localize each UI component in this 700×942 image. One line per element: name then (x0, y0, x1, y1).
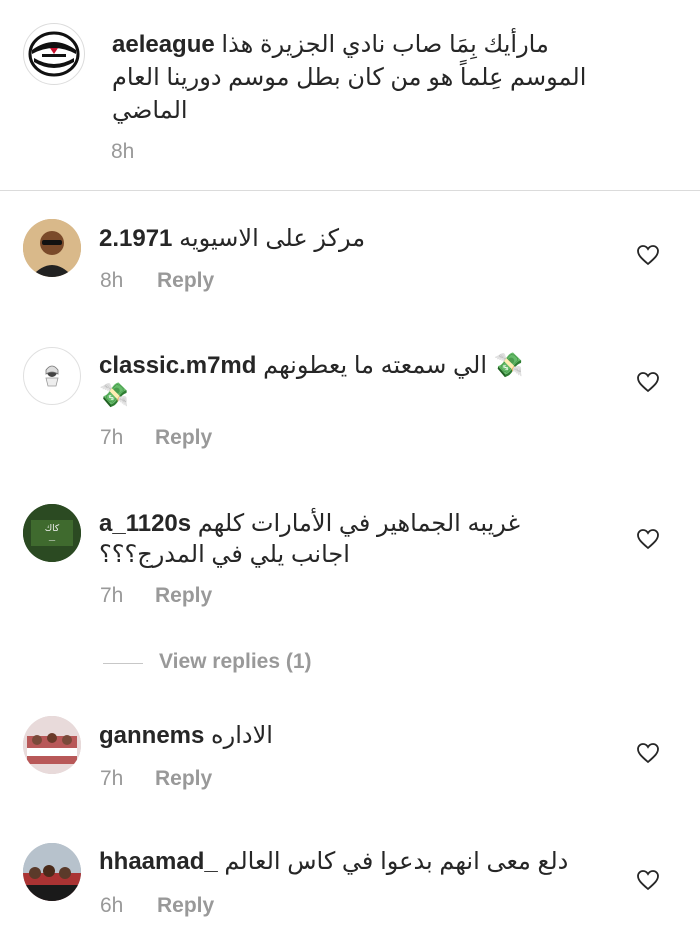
avatar[interactable]: كاك — (23, 504, 81, 562)
comment-username[interactable]: 2.1971 (99, 225, 172, 252)
comment-line: a_1120s غريبه الجماهير في الأمارات كلهم (99, 509, 520, 539)
heart-icon[interactable] (636, 243, 660, 267)
avatar[interactable] (23, 347, 81, 405)
comment-timestamp: 7h (100, 584, 124, 607)
comment-text: الاداره (211, 722, 273, 749)
comment-text: غريبه الجماهير في الأمارات كلهم (197, 510, 521, 537)
reply-button[interactable]: Reply (157, 269, 214, 293)
comment-username[interactable]: classic.m7md (99, 352, 256, 379)
comment-timestamp: 7h (100, 767, 124, 790)
comment-text: دلع معى انهم بدعوا في كاس العالم (224, 848, 569, 875)
comment-timestamp: 6h (100, 894, 124, 917)
avatar[interactable] (23, 843, 81, 901)
view-replies-button[interactable]: View replies (1) (159, 650, 312, 674)
comment-text-2: اجانب يلي في المدرج؟؟؟ (99, 541, 350, 568)
avatar[interactable] (23, 219, 81, 277)
caption-username[interactable]: aeleague (112, 31, 215, 58)
reply-button[interactable]: Reply (155, 584, 212, 608)
money-emoji: 💸 (493, 352, 524, 379)
heart-icon[interactable] (636, 741, 660, 765)
comment-timestamp: 8h (100, 269, 124, 292)
reply-button[interactable]: Reply (157, 894, 214, 918)
caption-text-2: الموسم عِلماً هو من كان بطل موسم دورينا … (112, 64, 587, 91)
divider (0, 190, 700, 191)
comment-username[interactable]: gannems (99, 722, 204, 749)
comment-username[interactable]: a_1120s (99, 510, 191, 537)
comment-timestamp: 7h (100, 426, 124, 449)
heart-icon[interactable] (636, 370, 660, 394)
avatar[interactable] (23, 716, 81, 774)
svg-text:—: — (49, 536, 56, 544)
comment-line-2: 💸 (99, 381, 129, 411)
comment-line: classic.m7md الي سمعته ما يعطونهم 💸 (99, 351, 524, 381)
heart-icon[interactable] (636, 868, 660, 892)
comment-line: 2.1971 مركز على الاسيويه (99, 224, 365, 254)
caption-text-1: مارأيك بِمَا صاب نادي الجزيرة هذا (221, 31, 549, 58)
comment-line: gannems الاداره (99, 721, 273, 751)
comment-text: الي سمعته ما يعطونهم (263, 352, 487, 379)
view-replies-line (103, 663, 143, 664)
caption-line-1: aeleague مارأيك بِمَا صاب نادي الجزيرة ه… (112, 29, 549, 61)
comment-username[interactable]: hhaamad_ (99, 848, 218, 875)
comment-text: مركز على الاسيويه (179, 225, 366, 252)
caption-text-3: الماضي (112, 97, 188, 124)
money-emoji: 💸 (99, 382, 129, 409)
caption-timestamp: 8h (111, 140, 135, 163)
reply-button[interactable]: Reply (155, 426, 212, 450)
reply-button[interactable]: Reply (155, 767, 212, 791)
ae-league-logo (28, 31, 80, 77)
svg-text:كاك: كاك (45, 524, 60, 534)
heart-icon[interactable] (636, 527, 660, 551)
comment-line: hhaamad_ دلع معى انهم بدعوا في كاس العال… (99, 847, 568, 877)
league-logo-avatar[interactable] (23, 23, 85, 85)
